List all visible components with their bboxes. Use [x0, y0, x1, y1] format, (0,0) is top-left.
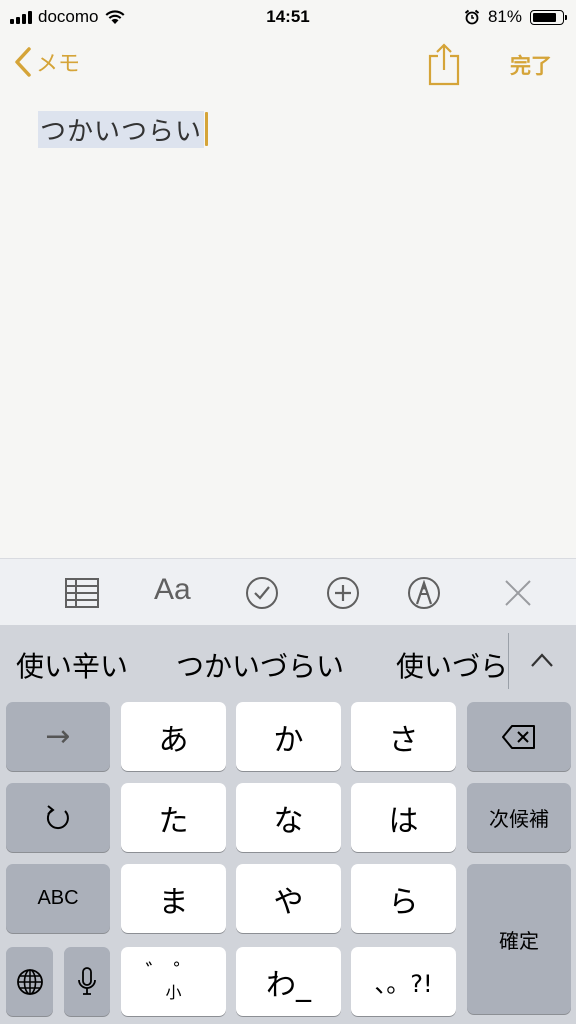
- key-label: や: [273, 884, 304, 920]
- checklist-icon[interactable]: [244, 575, 280, 611]
- candidate-item[interactable]: 使い辛い: [16, 645, 128, 685]
- key-ha[interactable]: は: [351, 783, 456, 852]
- keyboard: → あ か さ た な は 次候補 ABC ま や ら 確定 ゛゜ 小 わ_ 、…: [0, 697, 576, 1024]
- key-label: 、。?!: [374, 970, 433, 998]
- confirm-key[interactable]: 確定: [467, 864, 571, 1014]
- status-right: 81%: [464, 7, 567, 27]
- key-ka[interactable]: か: [236, 702, 341, 771]
- battery-percent: 81%: [487, 7, 522, 26]
- note-body[interactable]: つかいつらい: [38, 110, 209, 148]
- alarm-icon: [464, 9, 480, 25]
- key-label: か: [273, 722, 304, 758]
- status-bar: docomo 14:51 81%: [0, 0, 576, 36]
- chevron-up-icon[interactable]: [524, 643, 560, 679]
- candidate-item[interactable]: 使いづら: [396, 645, 508, 685]
- arrow-key[interactable]: →: [6, 702, 110, 771]
- undo-key[interactable]: [6, 783, 110, 852]
- done-button[interactable]: 完了: [510, 50, 552, 80]
- chevron-left-icon: [15, 47, 31, 77]
- key-label: ら: [388, 884, 419, 920]
- key-a[interactable]: あ: [121, 702, 226, 771]
- battery-icon: [530, 9, 567, 25]
- key-ta[interactable]: た: [121, 783, 226, 852]
- back-button[interactable]: メモ: [14, 46, 80, 78]
- note-text[interactable]: つかいつらい: [38, 110, 205, 148]
- candidate-clip: 使いづら: [396, 625, 508, 697]
- key-ma[interactable]: ま: [121, 864, 226, 933]
- key-ya[interactable]: や: [236, 864, 341, 933]
- abc-key[interactable]: ABC: [6, 864, 110, 933]
- delete-icon: [502, 724, 535, 749]
- key-label: 確定: [499, 928, 539, 953]
- format-toolbar: Aa: [0, 558, 576, 625]
- key-label: な: [273, 803, 304, 839]
- globe-icon: [16, 968, 43, 995]
- delete-key[interactable]: [467, 702, 571, 771]
- key-label: ま: [158, 884, 189, 920]
- key-label: た: [158, 803, 189, 839]
- key-sa[interactable]: さ: [351, 702, 456, 771]
- key-na[interactable]: な: [236, 783, 341, 852]
- mic-key[interactable]: [64, 947, 110, 1016]
- key-wa[interactable]: わ_: [236, 947, 341, 1016]
- globe-key[interactable]: [6, 947, 53, 1016]
- table-icon[interactable]: [64, 575, 100, 611]
- candidate-item[interactable]: つかいづらい: [176, 645, 344, 685]
- add-icon[interactable]: [325, 575, 361, 611]
- text-format-icon[interactable]: Aa: [154, 573, 191, 607]
- key-ra[interactable]: ら: [351, 864, 456, 933]
- close-icon[interactable]: [500, 575, 536, 611]
- key-label: は: [388, 803, 419, 839]
- share-icon[interactable]: [426, 42, 462, 86]
- arrow-label: →: [45, 719, 71, 754]
- key-punctuation[interactable]: 、。?!: [351, 947, 456, 1016]
- key-label: あ: [158, 722, 189, 758]
- key-label: さ: [388, 722, 419, 758]
- nav-bar: メモ 完了: [0, 36, 576, 92]
- candidate-bar: 使い辛い つかいづらい 使いづら: [0, 625, 576, 697]
- markup-icon[interactable]: [406, 575, 442, 611]
- key-label: ゛゜: [145, 960, 202, 986]
- text-caret: [205, 112, 209, 146]
- back-label: メモ: [36, 52, 81, 77]
- key-label: 次候補: [489, 807, 549, 831]
- key-sublabel: 小: [165, 982, 182, 1002]
- undo-icon: [46, 804, 69, 829]
- mic-icon: [78, 966, 96, 995]
- key-label: わ_: [266, 967, 311, 1003]
- candidate-divider: [508, 633, 509, 689]
- next-candidate-key[interactable]: 次候補: [467, 783, 571, 852]
- key-label: ABC: [37, 887, 79, 909]
- key-dakuten[interactable]: ゛゜ 小: [121, 947, 226, 1016]
